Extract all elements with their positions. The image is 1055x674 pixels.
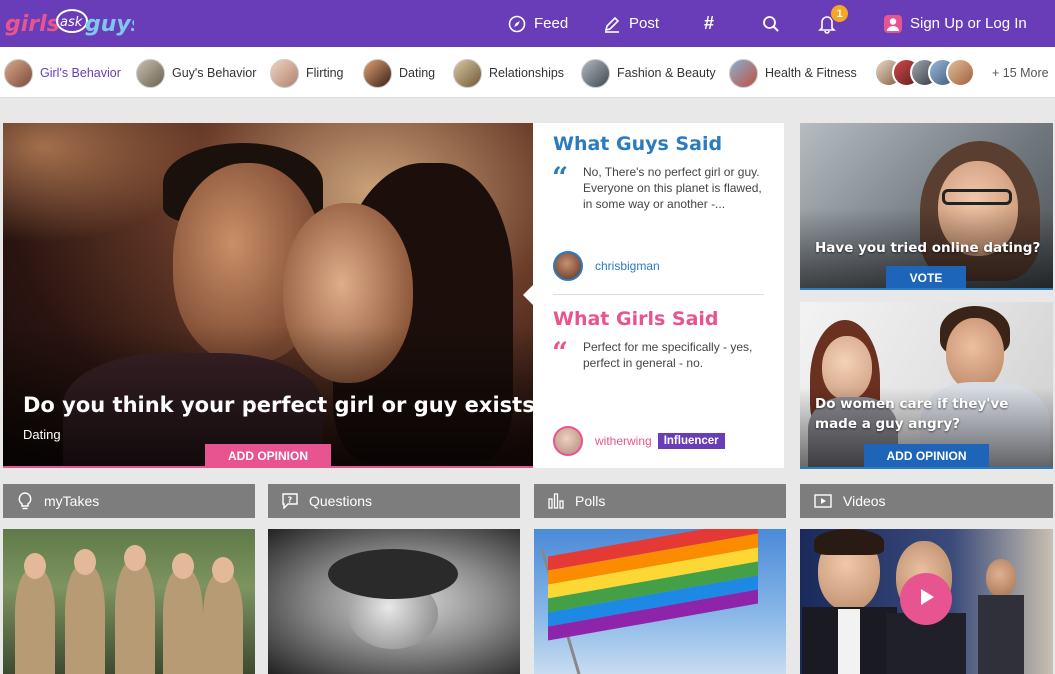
nav-post[interactable]: Post (603, 0, 659, 47)
section-mytakes[interactable]: myTakes (3, 484, 255, 518)
svg-text:guys: guys (85, 12, 134, 37)
category-thumbnail (363, 58, 392, 88)
category-thumbnail (270, 58, 299, 88)
avatar (553, 426, 583, 456)
what-girls-said-heading: What Girls Said (553, 308, 719, 330)
category-label: Guy's Behavior (172, 66, 257, 80)
site-logo[interactable]: girls ask guys (4, 4, 134, 40)
author-username: witherwing (595, 434, 652, 448)
top-navigation-bar: girls ask guys Feed Post # 1 (0, 0, 1055, 47)
section-label: Questions (309, 493, 373, 509)
divider (553, 294, 764, 295)
section-label: Videos (843, 493, 886, 509)
opinions-panel: What Guys Said “ No, There's no perfect … (523, 123, 784, 468)
category-thumbnail (136, 58, 165, 88)
avatar (553, 251, 583, 281)
search-icon (762, 15, 780, 33)
influencer-badge: Influencer (657, 433, 725, 449)
featured-question-card[interactable]: Do you think your perfect girl or guy ex… (3, 123, 533, 468)
rainbow-flag-image (540, 529, 758, 674)
featured-question-title[interactable]: Do you think your perfect girl or guy ex… (23, 393, 533, 417)
poll-title[interactable]: Have you tried online dating? (815, 238, 1045, 258)
video-thumbnail[interactable] (800, 529, 1053, 674)
nav-post-label: Post (629, 15, 660, 32)
question-bubble-icon: ? (268, 493, 309, 509)
poll-thumbnail[interactable] (534, 529, 786, 674)
glasses-shape (942, 189, 1012, 205)
add-opinion-button[interactable]: ADD OPINION (205, 444, 331, 466)
signup-label: Sign Up or Log In (910, 15, 1027, 32)
section-questions[interactable]: ? Questions (268, 484, 520, 518)
category-dating[interactable]: Dating (363, 58, 435, 88)
section-label: myTakes (44, 493, 100, 509)
user-icon (884, 14, 902, 33)
vote-button[interactable]: VOTE (886, 266, 966, 288)
nav-feed[interactable]: Feed (508, 0, 568, 47)
guys-opinion-text[interactable]: No, There's no perfect girl or guy. Ever… (583, 164, 773, 212)
featured-question-category[interactable]: Dating (23, 427, 61, 442)
bar-chart-icon (534, 493, 575, 509)
mytake-thumbnail[interactable] (3, 529, 255, 674)
nav-search[interactable] (762, 0, 780, 47)
video-icon (800, 494, 843, 508)
category-relationships[interactable]: Relationships (453, 58, 564, 88)
play-icon (915, 586, 937, 613)
what-guys-said-heading: What Guys Said (553, 133, 723, 155)
more-categories-link[interactable]: + 15 More (992, 66, 1049, 80)
hashtag-icon: # (704, 13, 715, 33)
category-health-fitness[interactable]: Health & Fitness (729, 58, 857, 88)
category-thumbnail (4, 58, 33, 88)
lightbulb-icon (3, 492, 44, 510)
svg-text:girls: girls (5, 12, 60, 37)
category-label: Flirting (306, 66, 344, 80)
author-username: chrisbigman (595, 259, 660, 273)
category-guys-behavior[interactable]: Guy's Behavior (136, 58, 256, 88)
section-videos[interactable]: Videos (800, 484, 1053, 518)
mytake-card[interactable]: Do women care if they've made a guy angr… (800, 302, 1053, 469)
category-label: Health & Fitness (765, 66, 857, 80)
guys-opinion-author[interactable]: chrisbigman (553, 251, 660, 281)
category-label: Dating (399, 66, 436, 80)
poll-card[interactable]: Have you tried online dating? VOTE (800, 123, 1053, 290)
category-flirting[interactable]: Flirting (270, 58, 344, 88)
category-thumbnail (581, 58, 610, 88)
category-bar: Girl's Behavior Guy's Behavior Flirting … (0, 47, 1055, 98)
svg-text:?: ? (288, 496, 293, 505)
nav-feed-label: Feed (534, 15, 569, 32)
pencil-icon (603, 15, 621, 33)
category-thumbnail (729, 58, 758, 88)
more-categories-thumbnails[interactable] (874, 58, 984, 88)
section-label: Polls (575, 493, 606, 509)
notification-count-badge: 1 (830, 4, 849, 23)
section-polls[interactable]: Polls (534, 484, 786, 518)
mytake-title[interactable]: Do women care if they've made a guy angr… (815, 394, 1045, 434)
nav-hashtag[interactable]: # (704, 0, 714, 47)
category-girls-behavior[interactable]: Girl's Behavior (4, 58, 121, 88)
category-thumbnail (946, 58, 975, 87)
category-fashion-beauty[interactable]: Fashion & Beauty (581, 58, 716, 88)
play-button[interactable] (900, 573, 952, 625)
nav-notifications[interactable]: 1 (818, 0, 854, 47)
compass-icon (508, 15, 526, 33)
quote-icon: “ (552, 161, 569, 194)
girls-opinion-author[interactable]: witherwing Influencer (553, 426, 725, 456)
quote-icon: “ (552, 336, 569, 369)
girls-opinion-text[interactable]: Perfect for me specifically - yes, perfe… (583, 339, 773, 371)
category-thumbnail (453, 58, 482, 88)
svg-text:ask: ask (60, 15, 83, 30)
signup-login-link[interactable]: Sign Up or Log In (884, 0, 1027, 47)
category-label: Girl's Behavior (40, 66, 121, 80)
category-label: Fashion & Beauty (617, 66, 716, 80)
add-opinion-button-side[interactable]: ADD OPINION (864, 444, 989, 467)
question-thumbnail[interactable] (268, 529, 520, 674)
category-label: Relationships (489, 66, 565, 80)
